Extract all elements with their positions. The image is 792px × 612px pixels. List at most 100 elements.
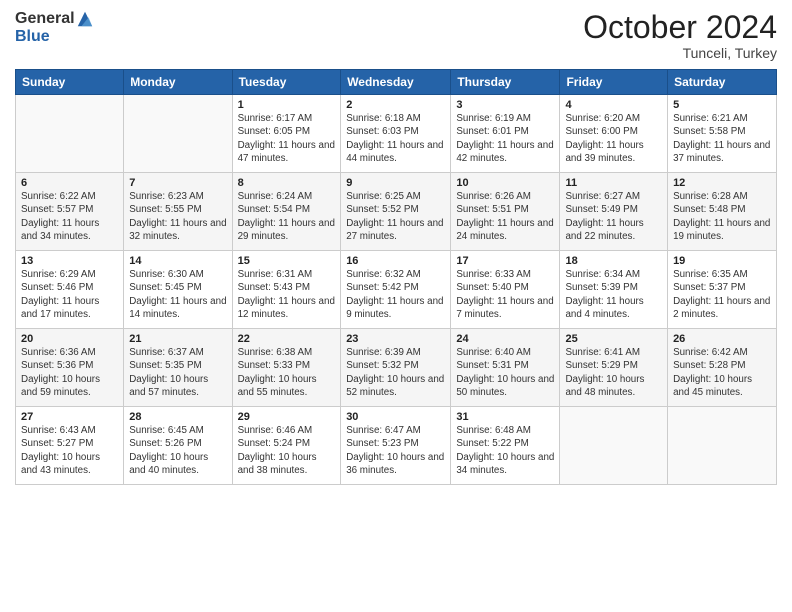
day-detail: Sunrise: 6:43 AM Sunset: 5:27 PM Dayligh… <box>21 424 118 477</box>
day-detail: Sunrise: 6:25 AM Sunset: 5:52 PM Dayligh… <box>346 190 445 243</box>
logo-blue-text: Blue <box>15 28 50 46</box>
day-cell: 24Sunrise: 6:40 AM Sunset: 5:31 PM Dayli… <box>451 329 560 407</box>
day-detail: Sunrise: 6:21 AM Sunset: 5:58 PM Dayligh… <box>673 112 771 165</box>
week-row-3: 20Sunrise: 6:36 AM Sunset: 5:36 PM Dayli… <box>16 329 777 407</box>
logo: General Blue <box>15 10 94 46</box>
day-number: 3 <box>456 99 554 111</box>
day-number: 2 <box>346 99 445 111</box>
day-number: 13 <box>21 255 118 267</box>
day-detail: Sunrise: 6:41 AM Sunset: 5:29 PM Dayligh… <box>565 346 662 399</box>
day-detail: Sunrise: 6:46 AM Sunset: 5:24 PM Dayligh… <box>238 424 336 477</box>
day-cell: 23Sunrise: 6:39 AM Sunset: 5:32 PM Dayli… <box>341 329 451 407</box>
day-cell: 21Sunrise: 6:37 AM Sunset: 5:35 PM Dayli… <box>124 329 232 407</box>
day-number: 28 <box>129 411 226 423</box>
day-cell: 1Sunrise: 6:17 AM Sunset: 6:05 PM Daylig… <box>232 95 341 173</box>
day-number: 9 <box>346 177 445 189</box>
day-number: 23 <box>346 333 445 345</box>
day-detail: Sunrise: 6:24 AM Sunset: 5:54 PM Dayligh… <box>238 190 336 243</box>
header-tuesday: Tuesday <box>232 70 341 95</box>
day-number: 25 <box>565 333 662 345</box>
day-cell: 16Sunrise: 6:32 AM Sunset: 5:42 PM Dayli… <box>341 251 451 329</box>
week-row-0: 1Sunrise: 6:17 AM Sunset: 6:05 PM Daylig… <box>16 95 777 173</box>
day-cell: 22Sunrise: 6:38 AM Sunset: 5:33 PM Dayli… <box>232 329 341 407</box>
day-detail: Sunrise: 6:22 AM Sunset: 5:57 PM Dayligh… <box>21 190 118 243</box>
day-cell <box>560 407 668 485</box>
day-cell: 26Sunrise: 6:42 AM Sunset: 5:28 PM Dayli… <box>668 329 777 407</box>
day-number: 21 <box>129 333 226 345</box>
day-cell: 2Sunrise: 6:18 AM Sunset: 6:03 PM Daylig… <box>341 95 451 173</box>
header-saturday: Saturday <box>668 70 777 95</box>
day-number: 18 <box>565 255 662 267</box>
day-detail: Sunrise: 6:20 AM Sunset: 6:00 PM Dayligh… <box>565 112 662 165</box>
day-detail: Sunrise: 6:39 AM Sunset: 5:32 PM Dayligh… <box>346 346 445 399</box>
header-sunday: Sunday <box>16 70 124 95</box>
day-number: 17 <box>456 255 554 267</box>
header-thursday: Thursday <box>451 70 560 95</box>
day-number: 22 <box>238 333 336 345</box>
day-detail: Sunrise: 6:38 AM Sunset: 5:33 PM Dayligh… <box>238 346 336 399</box>
day-cell: 25Sunrise: 6:41 AM Sunset: 5:29 PM Dayli… <box>560 329 668 407</box>
title-block: October 2024 Tunceli, Turkey <box>583 10 777 61</box>
day-cell <box>16 95 124 173</box>
day-cell: 30Sunrise: 6:47 AM Sunset: 5:23 PM Dayli… <box>341 407 451 485</box>
day-detail: Sunrise: 6:18 AM Sunset: 6:03 PM Dayligh… <box>346 112 445 165</box>
day-number: 29 <box>238 411 336 423</box>
day-cell: 11Sunrise: 6:27 AM Sunset: 5:49 PM Dayli… <box>560 173 668 251</box>
calendar-table: Sunday Monday Tuesday Wednesday Thursday… <box>15 69 777 485</box>
day-cell: 20Sunrise: 6:36 AM Sunset: 5:36 PM Dayli… <box>16 329 124 407</box>
day-detail: Sunrise: 6:47 AM Sunset: 5:23 PM Dayligh… <box>346 424 445 477</box>
day-number: 31 <box>456 411 554 423</box>
day-cell: 9Sunrise: 6:25 AM Sunset: 5:52 PM Daylig… <box>341 173 451 251</box>
title-location: Tunceli, Turkey <box>583 45 777 61</box>
day-detail: Sunrise: 6:40 AM Sunset: 5:31 PM Dayligh… <box>456 346 554 399</box>
day-number: 1 <box>238 99 336 111</box>
day-number: 16 <box>346 255 445 267</box>
day-cell: 31Sunrise: 6:48 AM Sunset: 5:22 PM Dayli… <box>451 407 560 485</box>
day-detail: Sunrise: 6:30 AM Sunset: 5:45 PM Dayligh… <box>129 268 226 321</box>
day-cell: 12Sunrise: 6:28 AM Sunset: 5:48 PM Dayli… <box>668 173 777 251</box>
day-number: 11 <box>565 177 662 189</box>
day-number: 10 <box>456 177 554 189</box>
day-number: 26 <box>673 333 771 345</box>
day-cell: 29Sunrise: 6:46 AM Sunset: 5:24 PM Dayli… <box>232 407 341 485</box>
day-number: 27 <box>21 411 118 423</box>
day-number: 30 <box>346 411 445 423</box>
day-cell: 18Sunrise: 6:34 AM Sunset: 5:39 PM Dayli… <box>560 251 668 329</box>
header-wednesday: Wednesday <box>341 70 451 95</box>
day-number: 8 <box>238 177 336 189</box>
title-month: October 2024 <box>583 10 777 45</box>
day-cell: 28Sunrise: 6:45 AM Sunset: 5:26 PM Dayli… <box>124 407 232 485</box>
day-detail: Sunrise: 6:31 AM Sunset: 5:43 PM Dayligh… <box>238 268 336 321</box>
weekday-header-row: Sunday Monday Tuesday Wednesday Thursday… <box>16 70 777 95</box>
day-detail: Sunrise: 6:27 AM Sunset: 5:49 PM Dayligh… <box>565 190 662 243</box>
day-detail: Sunrise: 6:36 AM Sunset: 5:36 PM Dayligh… <box>21 346 118 399</box>
day-number: 5 <box>673 99 771 111</box>
header-friday: Friday <box>560 70 668 95</box>
page: General Blue October 2024 Tunceli, Turke… <box>0 0 792 612</box>
day-detail: Sunrise: 6:45 AM Sunset: 5:26 PM Dayligh… <box>129 424 226 477</box>
day-detail: Sunrise: 6:42 AM Sunset: 5:28 PM Dayligh… <box>673 346 771 399</box>
day-detail: Sunrise: 6:32 AM Sunset: 5:42 PM Dayligh… <box>346 268 445 321</box>
day-number: 15 <box>238 255 336 267</box>
week-row-2: 13Sunrise: 6:29 AM Sunset: 5:46 PM Dayli… <box>16 251 777 329</box>
day-detail: Sunrise: 6:19 AM Sunset: 6:01 PM Dayligh… <box>456 112 554 165</box>
day-number: 7 <box>129 177 226 189</box>
day-cell: 10Sunrise: 6:26 AM Sunset: 5:51 PM Dayli… <box>451 173 560 251</box>
day-cell: 6Sunrise: 6:22 AM Sunset: 5:57 PM Daylig… <box>16 173 124 251</box>
logo-icon <box>76 10 94 28</box>
header: General Blue October 2024 Tunceli, Turke… <box>15 10 777 61</box>
day-detail: Sunrise: 6:28 AM Sunset: 5:48 PM Dayligh… <box>673 190 771 243</box>
day-number: 20 <box>21 333 118 345</box>
header-monday: Monday <box>124 70 232 95</box>
day-cell: 7Sunrise: 6:23 AM Sunset: 5:55 PM Daylig… <box>124 173 232 251</box>
week-row-4: 27Sunrise: 6:43 AM Sunset: 5:27 PM Dayli… <box>16 407 777 485</box>
day-cell: 27Sunrise: 6:43 AM Sunset: 5:27 PM Dayli… <box>16 407 124 485</box>
day-cell: 13Sunrise: 6:29 AM Sunset: 5:46 PM Dayli… <box>16 251 124 329</box>
day-detail: Sunrise: 6:17 AM Sunset: 6:05 PM Dayligh… <box>238 112 336 165</box>
day-cell: 3Sunrise: 6:19 AM Sunset: 6:01 PM Daylig… <box>451 95 560 173</box>
day-number: 24 <box>456 333 554 345</box>
day-detail: Sunrise: 6:33 AM Sunset: 5:40 PM Dayligh… <box>456 268 554 321</box>
day-number: 14 <box>129 255 226 267</box>
day-cell: 4Sunrise: 6:20 AM Sunset: 6:00 PM Daylig… <box>560 95 668 173</box>
day-cell: 8Sunrise: 6:24 AM Sunset: 5:54 PM Daylig… <box>232 173 341 251</box>
